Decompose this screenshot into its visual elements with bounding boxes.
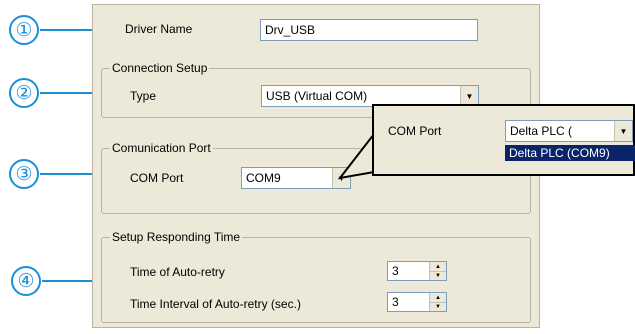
popup-com-port-option-selected[interactable]: Delta PLC (COM9) — [505, 145, 635, 161]
popup-com-port-label: COM Port — [388, 124, 442, 138]
com-port-zoom-popup: COM Port Delta PLC ( ▼ Delta PLC (COM9) — [372, 104, 635, 176]
popup-com-port-value: Delta PLC ( — [510, 124, 573, 138]
chevron-down-icon[interactable]: ▼ — [614, 121, 632, 141]
popup-com-port-select[interactable]: Delta PLC ( ▼ — [505, 120, 633, 142]
